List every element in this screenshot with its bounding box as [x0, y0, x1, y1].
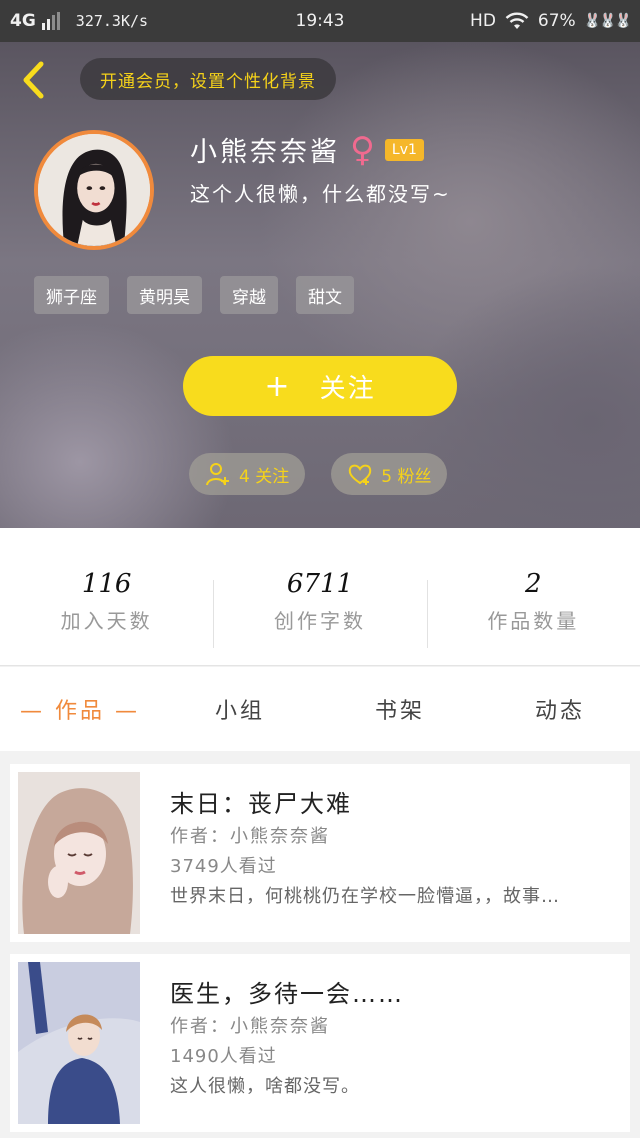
status-right: HD 67% 🐰🐰🐰 [470, 11, 632, 31]
work-description: 这人很懒，啥都没写。 [170, 1076, 360, 1097]
stat-works-count: 2 作品数量 [426, 528, 640, 665]
fans-button[interactable]: 5 粉丝 [331, 453, 448, 495]
nickname-row: 小熊奈奈酱 ♀ Lv1 [190, 130, 424, 169]
avatar[interactable] [34, 130, 154, 250]
network-type: 4G [10, 11, 36, 31]
tab-bookshelf[interactable]: 书架 [320, 693, 480, 725]
tag-list: 狮子座 黄明昊 穿越 甜文 [34, 276, 354, 314]
hd-indicator: HD [470, 11, 496, 31]
network-speed: 327.3K/s [75, 12, 149, 30]
profile-header: 开通会员，设置个性化背景 小熊奈奈酱 ♀ Lv1 这个人很懒，什么都没写~ 狮子… [0, 42, 640, 528]
cover-image [18, 772, 140, 934]
fans-count: 5 粉丝 [381, 466, 432, 487]
heart-icon [349, 464, 372, 485]
cover-image [18, 962, 140, 1124]
tag[interactable]: 黄明昊 [127, 276, 202, 314]
level-badge: Lv1 [384, 138, 424, 161]
tab-works[interactable]: — 作品 — [0, 693, 160, 725]
work-views: 1490人看过 [170, 1046, 277, 1067]
stat-value: 116 [81, 569, 132, 599]
female-icon: ♀ [350, 129, 375, 170]
stat-join-days: 116 加入天数 [0, 528, 213, 665]
tag[interactable]: 穿越 [220, 276, 278, 314]
work-author: 作者：小熊奈奈酱 [170, 1016, 330, 1037]
work-description: 世界末日，何桃桃仍在学校一脸懵逼，，故事… [170, 886, 560, 907]
works-list: 末日：丧尸大难 作者：小熊奈奈酱 3749人看过 世界末日，何桃桃仍在学校一脸懵… [0, 752, 640, 1138]
follow-button[interactable]: + 关注 [183, 356, 457, 416]
stat-word-count: 6711 创作字数 [213, 528, 426, 665]
work-title: 末日：丧尸大难 [170, 790, 352, 818]
stat-value: 6711 [286, 569, 354, 599]
wifi-icon [505, 12, 529, 29]
chevron-left-icon [23, 61, 44, 99]
tag[interactable]: 甜文 [296, 276, 354, 314]
stat-label: 加入天数 [60, 609, 153, 633]
stat-label: 创作字数 [273, 609, 366, 633]
social-counts: 4 关注 5 粉丝 [189, 453, 448, 495]
bio-text: 这个人很懒，什么都没写~ [190, 182, 451, 206]
battery-bunny-icon: 🐰🐰🐰 [583, 13, 632, 29]
add-user-icon [206, 463, 229, 486]
work-title: 医生，多待一会…… [170, 980, 404, 1008]
list-item[interactable]: 医生，多待一会…… 作者：小熊奈奈酱 1490人看过 这人很懒，啥都没写。 [10, 954, 630, 1132]
stats-bar: 116 加入天数 6711 创作字数 2 作品数量 [0, 528, 640, 666]
follow-label: 关注 [319, 373, 376, 404]
status-bar: 4G 327.3K/s 19:43 HD 67% 🐰🐰🐰 [0, 0, 640, 42]
plus-icon: + [264, 368, 292, 404]
following-count: 4 关注 [239, 466, 290, 487]
profile-tabs: — 作品 — 小组 书架 动态 [0, 667, 640, 751]
status-left: 4G 327.3K/s [10, 11, 148, 31]
tab-activity[interactable]: 动态 [480, 693, 640, 725]
avatar-image [38, 134, 150, 246]
stat-value: 2 [525, 569, 542, 599]
tag[interactable]: 狮子座 [34, 276, 109, 314]
stat-label: 作品数量 [487, 609, 580, 633]
book-cover [18, 962, 140, 1124]
tab-groups[interactable]: 小组 [160, 693, 320, 725]
signal-icon [41, 12, 60, 30]
book-cover [18, 772, 140, 934]
vip-background-prompt[interactable]: 开通会员，设置个性化背景 [80, 58, 336, 100]
back-button[interactable] [16, 58, 52, 102]
work-views: 3749人看过 [170, 856, 277, 877]
list-item[interactable]: 末日：丧尸大难 作者：小熊奈奈酱 3749人看过 世界末日，何桃桃仍在学校一脸懵… [10, 764, 630, 942]
work-author: 作者：小熊奈奈酱 [170, 826, 330, 847]
nickname: 小熊奈奈酱 [190, 137, 340, 168]
following-button[interactable]: 4 关注 [189, 453, 306, 495]
battery-percent: 67% [537, 11, 576, 31]
